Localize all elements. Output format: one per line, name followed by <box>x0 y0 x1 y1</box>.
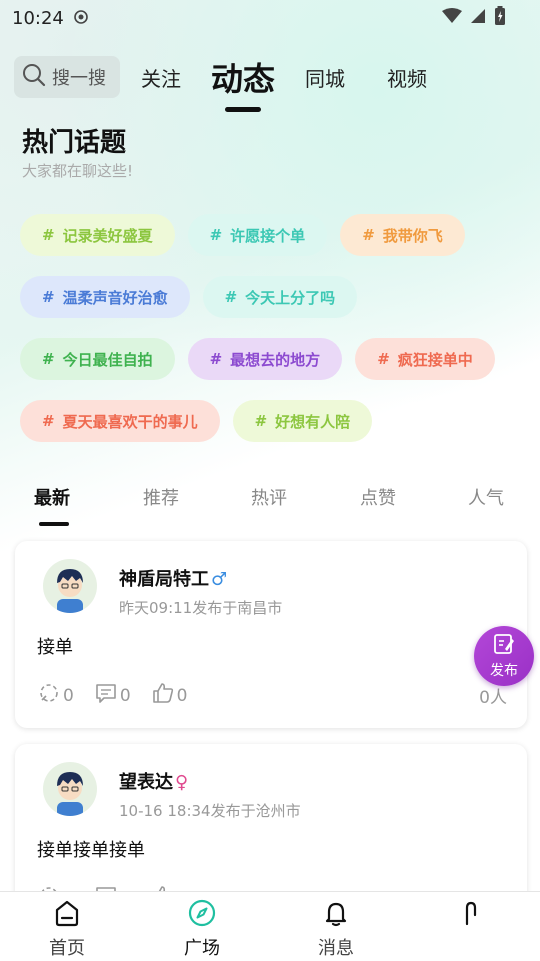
shield-icon <box>74 9 88 28</box>
nav-messages-label: 消息 <box>318 938 354 959</box>
topic-row: # 温柔声音好治愈 # 今天上分了吗 <box>20 276 530 318</box>
nav-profile[interactable] <box>431 898 511 934</box>
hashtag-icon: # <box>254 412 268 430</box>
topic-row: # 记录美好盛夏 # 许愿接个单 # 我带你飞 <box>20 214 530 256</box>
publish-button[interactable]: 发布 <box>474 626 534 686</box>
bell-icon <box>321 902 351 932</box>
feed-tab-hot-comments[interactable]: 热评 <box>251 484 287 510</box>
top-nav: 搜一搜 关注 动态 同城 视频 <box>14 54 540 112</box>
topic-chip-label: 今天上分了吗 <box>245 288 336 307</box>
feed-tab-likes[interactable]: 点赞 <box>360 484 396 510</box>
male-icon: ♂ <box>211 569 228 590</box>
signal-icon <box>470 8 486 28</box>
hashtag-icon: # <box>362 226 375 244</box>
topic-chip-label: 今日最佳自拍 <box>62 350 153 369</box>
topic-chip-label: 疯狂接单中 <box>397 350 473 369</box>
sound-count: 0 <box>63 685 74 706</box>
tab-active-indicator <box>225 107 261 112</box>
post-actions: 0 0 0 <box>37 681 187 710</box>
topic-chip[interactable]: # 好想有人陪 <box>232 400 373 442</box>
sound-icon <box>37 681 61 710</box>
hashtag-icon: # <box>377 350 390 368</box>
avatar[interactable] <box>43 559 97 613</box>
topic-chip[interactable]: # 记录美好盛夏 <box>20 214 175 256</box>
hashtag-icon: # <box>209 350 223 368</box>
tab-moments-label: 动态 <box>211 60 276 98</box>
comment-button[interactable]: 0 <box>94 681 131 710</box>
tab-moments[interactable]: 动态 <box>211 54 276 112</box>
compass-icon <box>187 899 217 932</box>
hashtag-icon: # <box>42 412 55 430</box>
publish-label: 发布 <box>490 662 518 679</box>
hashtag-icon: # <box>42 288 55 306</box>
tab-video[interactable]: 视频 <box>387 63 427 92</box>
tab-following[interactable]: 关注 <box>141 63 181 92</box>
author-name-text: 望表达 <box>119 772 173 793</box>
topic-row: # 夏天最喜欢干的事儿 # 好想有人陪 <box>20 400 530 442</box>
topic-chip[interactable]: # 夏天最喜欢干的事儿 <box>20 400 220 442</box>
status-time: 10:24 <box>12 7 64 29</box>
hashtag-icon: # <box>224 288 238 306</box>
feed-tab-latest[interactable]: 最新 <box>34 484 70 510</box>
feed-tab-indicator <box>39 522 69 526</box>
hot-topics-subtitle: 大家都在聊这些! <box>22 162 134 180</box>
author-name: 神盾局特工 ♂ <box>119 565 227 591</box>
hashtag-icon: # <box>42 350 55 368</box>
post-text: 接单 <box>37 637 73 658</box>
topic-chip[interactable]: # 温柔声音好治愈 <box>20 276 190 318</box>
nav-square[interactable]: 广场 <box>162 898 242 960</box>
topic-chip-label: 夏天最喜欢干的事儿 <box>62 412 198 431</box>
topic-chip[interactable]: # 我带你飞 <box>340 214 465 256</box>
topic-chip-label: 记录美好盛夏 <box>62 226 153 245</box>
post-card[interactable]: 神盾局特工 ♂ 昨天09:11发布于南昌市 接单 0 0 0 0人 <box>15 541 527 728</box>
feed-tab-recommended[interactable]: 推荐 <box>143 484 179 510</box>
nav-home-label: 首页 <box>49 938 85 959</box>
comment-count: 0 <box>119 685 131 706</box>
battery-icon <box>494 6 506 30</box>
post-text: 接单接单接单 <box>37 840 145 861</box>
popularity-count: 0人 <box>479 688 507 708</box>
topic-row: # 今日最佳自拍 # 最想去的地方 # 疯狂接单中 <box>20 338 530 380</box>
post-meta: 10-16 18:34发布于沧州市 <box>119 802 301 820</box>
home-icon <box>52 900 82 932</box>
tab-same-city[interactable]: 同城 <box>305 63 345 92</box>
hashtag-icon: # <box>209 226 223 244</box>
bottom-nav: 首页 广场 消息 <box>0 891 540 961</box>
status-bar: 10:24 <box>0 0 540 36</box>
search-input[interactable]: 搜一搜 <box>14 56 120 98</box>
topic-chip[interactable]: # 今日最佳自拍 <box>20 338 175 380</box>
topic-chip[interactable]: # 疯狂接单中 <box>355 338 495 380</box>
topic-chip-label: 最想去的地方 <box>230 350 321 369</box>
voice-like-button[interactable]: 0 <box>37 681 74 710</box>
like-count: 0 <box>176 685 188 706</box>
wifi-icon <box>442 8 462 28</box>
topic-chips: # 记录美好盛夏 # 许愿接个单 # 我带你飞 # 温柔声音好治愈 # 今天上分了吗 # 今日最佳自拍… <box>20 214 530 462</box>
topic-chip[interactable]: # 许愿接个单 <box>187 214 328 256</box>
topic-chip[interactable]: # 今天上分了吗 <box>202 276 358 318</box>
nav-home[interactable]: 首页 <box>27 898 107 960</box>
avatar[interactable] <box>43 762 97 816</box>
topic-chip-label: 温柔声音好治愈 <box>62 288 168 307</box>
nav-square-label: 广场 <box>184 938 220 959</box>
topic-chip-label: 好想有人陪 <box>275 412 351 431</box>
profile-icon <box>456 901 486 932</box>
topic-chip[interactable]: # 最想去的地方 <box>187 338 343 380</box>
comment-icon <box>94 681 118 710</box>
feed-tab-popularity[interactable]: 人气 <box>468 484 504 510</box>
feed-tabs: 最新 推荐 热评 点赞 人气 <box>0 478 540 528</box>
female-icon: ♀ <box>175 772 189 793</box>
edit-icon <box>493 633 515 659</box>
author-name: 望表达 ♀ <box>119 768 188 794</box>
hashtag-icon: # <box>42 226 55 244</box>
search-placeholder: 搜一搜 <box>52 68 106 89</box>
post-meta: 昨天09:11发布于南昌市 <box>119 599 283 617</box>
search-icon <box>22 63 46 92</box>
topic-chip-label: 我带你飞 <box>382 226 443 245</box>
nav-messages[interactable]: 消息 <box>296 898 376 960</box>
like-button[interactable]: 0 <box>151 681 188 710</box>
thumbs-up-icon <box>151 681 175 710</box>
topic-chip-label: 许愿接个单 <box>230 226 306 245</box>
hot-topics-title: 热门话题 <box>22 128 127 158</box>
author-name-text: 神盾局特工 <box>119 569 209 590</box>
